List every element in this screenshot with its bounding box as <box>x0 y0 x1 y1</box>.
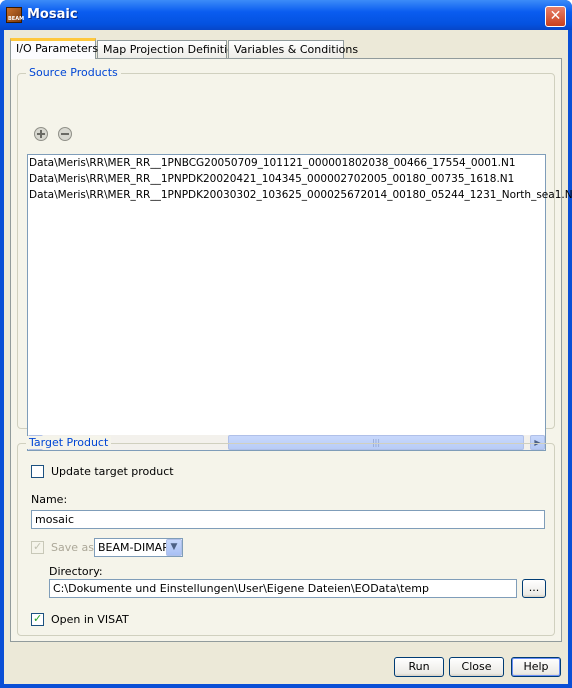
mosaic-dialog: BEAM Mosaic ✕ I/O Parameters Map Project… <box>0 0 572 688</box>
list-item[interactable]: Data\Meris\RR\MER_RR__1PNPDK20020421_104… <box>28 171 545 187</box>
browse-directory-button[interactable]: ... <box>522 579 546 598</box>
source-products-title: Source Products <box>26 66 121 79</box>
minus-icon <box>58 127 72 141</box>
add-product-button[interactable] <box>33 126 49 142</box>
directory-label: Directory: <box>49 565 103 578</box>
tab-map-projection-definition[interactable]: Map Projection Definition <box>97 40 241 59</box>
tab-io-parameters[interactable]: I/O Parameters <box>10 38 98 59</box>
title-bar[interactable]: BEAM Mosaic ✕ <box>0 0 572 30</box>
close-icon[interactable]: ✕ <box>545 6 566 27</box>
directory-field[interactable]: C:\Dokumente und Einstellungen\User\Eige… <box>49 579 517 598</box>
chevron-down-icon[interactable]: ▼ <box>166 539 182 556</box>
save-format-value: BEAM-DIMAP <box>98 541 169 554</box>
list-item[interactable]: Data\Meris\RR\MER_RR__1PNBCG20050709_101… <box>28 155 545 171</box>
save-as-checkbox: ✓ <box>31 540 44 554</box>
run-button[interactable]: Run <box>394 657 444 677</box>
beam-app-icon: BEAM <box>6 7 24 23</box>
target-product-title: Target Product <box>26 436 112 449</box>
help-button[interactable]: Help <box>511 657 561 677</box>
remove-product-button[interactable] <box>57 126 73 142</box>
dialog-client-area: I/O Parameters Map Projection Definition… <box>4 30 572 684</box>
name-field[interactable]: mosaic <box>31 510 545 529</box>
list-item[interactable]: Data\Meris\RR\MER_RR__1PNPDK20030302_103… <box>28 187 572 203</box>
save-as-label: Save as: <box>51 541 98 554</box>
name-label: Name: <box>31 493 68 506</box>
update-target-product-label: Update target product <box>51 465 174 478</box>
update-target-product-checkbox[interactable] <box>31 465 44 478</box>
window-title: Mosaic <box>27 7 78 22</box>
open-in-visat-label: Open in VISAT <box>51 613 129 626</box>
open-in-visat-checkbox[interactable]: ✓ <box>31 612 44 626</box>
checkmark-icon: ✓ <box>33 612 43 625</box>
io-parameters-panel: Source Products Data\Meris\RR\MER_RR__1P… <box>10 58 572 642</box>
tab-variables-conditions[interactable]: Variables & Conditions <box>228 40 358 59</box>
plus-icon <box>34 127 48 141</box>
checkmark-icon: ✓ <box>33 540 43 553</box>
source-products-list[interactable]: Data\Meris\RR\MER_RR__1PNBCG20050709_101… <box>27 154 572 451</box>
save-format-select[interactable]: BEAM-DIMAP ▼ <box>94 538 183 557</box>
close-button[interactable]: Close <box>449 657 504 677</box>
